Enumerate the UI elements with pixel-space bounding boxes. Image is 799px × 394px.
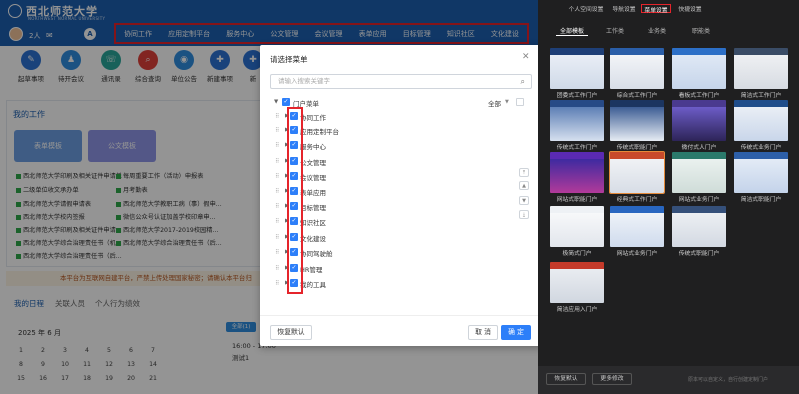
- template-thumb[interactable]: [550, 152, 604, 193]
- template-label: 微付式人门户: [681, 145, 717, 151]
- checkbox[interactable]: ✓: [282, 98, 290, 106]
- chevron-down-icon[interactable]: ▼: [274, 99, 278, 105]
- template-thumb[interactable]: [672, 152, 726, 193]
- template-label: 简洁式工作门户: [740, 93, 782, 99]
- template-thumb[interactable]: [610, 206, 664, 247]
- template-label: 经典式工作门户: [616, 197, 658, 203]
- template-thumb[interactable]: [550, 206, 604, 247]
- close-icon[interactable]: ✕: [522, 52, 530, 62]
- tab-menu-settings[interactable]: 菜单设置: [641, 4, 671, 14]
- tree-item-label: 服务中心: [300, 143, 326, 151]
- search-icon[interactable]: ⌕: [521, 75, 525, 88]
- tree-item-label: 会议管理: [300, 174, 326, 182]
- template-label: 简洁式职能门户: [740, 197, 782, 203]
- template-label: 网站式业务门户: [678, 197, 720, 203]
- tab-personal-space[interactable]: 个人空间设置: [568, 4, 604, 13]
- move-bottom-icon[interactable]: ⤓: [519, 210, 529, 219]
- drag-handle-icon[interactable]: ⠿: [275, 280, 280, 287]
- dialog-title: 请选择菜单: [270, 55, 308, 64]
- template-label: 传统式职能门户: [678, 251, 720, 257]
- drag-handle-icon[interactable]: ⠿: [275, 234, 280, 241]
- template-label: 网站式业务门户: [616, 251, 658, 257]
- tree-item-label: 文化建设: [300, 235, 326, 243]
- settings-footer: 恢复默认 更多修改 原本可以自定义，自行创建定制门户: [538, 366, 799, 394]
- subtab-work[interactable]: 工作类: [606, 26, 624, 35]
- panel-restore-button[interactable]: 恢复默认: [546, 373, 586, 385]
- template-thumb[interactable]: [672, 100, 726, 141]
- move-down-icon[interactable]: ▼: [519, 196, 529, 205]
- tree-item-label: 协同驾驶舱: [300, 250, 333, 258]
- tree-item-label: HR管理: [300, 266, 323, 274]
- drag-handle-icon[interactable]: ⠿: [275, 188, 280, 195]
- template-label: 传统式职能门户: [616, 145, 658, 151]
- tree-item-label: 目标管理: [300, 204, 326, 212]
- chevron-down-icon[interactable]: ▼: [505, 99, 509, 105]
- drag-handle-icon[interactable]: ⠿: [275, 113, 280, 120]
- drag-handle-icon[interactable]: ⠿: [275, 218, 280, 225]
- select-all-checkbox[interactable]: [516, 98, 524, 106]
- drag-handle-icon[interactable]: ⠿: [275, 127, 280, 134]
- template-thumb[interactable]: [734, 152, 788, 193]
- restore-default-button[interactable]: 恢复默认: [270, 325, 312, 340]
- tree-item-label: 应用定制平台: [300, 128, 339, 136]
- subtab-business[interactable]: 业务类: [648, 26, 666, 35]
- move-up-icon[interactable]: ▲: [519, 181, 529, 190]
- drag-handle-icon[interactable]: ⠿: [275, 203, 280, 210]
- template-thumb[interactable]: [550, 262, 604, 303]
- drag-handle-icon[interactable]: ⠿: [275, 249, 280, 256]
- template-thumb[interactable]: [610, 100, 664, 141]
- tree-item-label: 表单应用: [300, 189, 326, 197]
- template-label: 看板式工作门户: [678, 93, 720, 99]
- template-thumb[interactable]: [610, 48, 664, 89]
- panel-save-button[interactable]: 更多修改: [592, 373, 632, 385]
- filter-select[interactable]: 全部: [488, 98, 501, 108]
- tree-item-label: 知识社区: [300, 219, 326, 227]
- template-thumb[interactable]: [734, 100, 788, 141]
- move-top-icon[interactable]: ⤒: [519, 168, 529, 177]
- drag-handle-icon[interactable]: ⠿: [275, 142, 280, 149]
- subtab-all-templates[interactable]: 全部模板: [560, 26, 584, 35]
- footer-hint: 原本可以自定义，自行创建定制门户: [688, 377, 769, 383]
- drag-handle-icon[interactable]: ⠿: [275, 173, 280, 180]
- search-placeholder: 请输入搜索关键字: [278, 77, 330, 85]
- template-thumb[interactable]: [550, 100, 604, 141]
- tree-item-label: 我的工具: [300, 281, 326, 289]
- tab-nav-settings[interactable]: 导航设置: [609, 4, 639, 13]
- cancel-button[interactable]: 取 消: [468, 325, 498, 340]
- tree-item-label: 公文管理: [300, 159, 326, 167]
- checkbox-highlight-box: [287, 107, 303, 294]
- search-input[interactable]: 请输入搜索关键字 ⌕: [270, 74, 532, 89]
- template-label: 传统式业务门户: [740, 145, 782, 151]
- template-label: 综合式工作门户: [616, 93, 658, 99]
- template-thumb[interactable]: [550, 48, 604, 89]
- template-label: 简洁应用入门户: [556, 307, 598, 313]
- subtab-function[interactable]: 职能类: [692, 26, 710, 35]
- template-thumb[interactable]: [672, 206, 726, 247]
- drag-handle-icon[interactable]: ⠿: [275, 158, 280, 165]
- dialog-divider: [260, 315, 542, 316]
- drag-handle-icon[interactable]: ⠿: [275, 265, 280, 272]
- ok-button[interactable]: 确 定: [501, 325, 531, 340]
- settings-panel: 个人空间设置 导航设置 菜单设置 快捷设置 全部模板 工作类 业务类 职能类 团…: [538, 0, 799, 394]
- template-thumb[interactable]: [672, 48, 726, 89]
- tab-shortcut-settings[interactable]: 快捷设置: [675, 4, 705, 13]
- template-thumb[interactable]: [734, 48, 788, 89]
- tree-item-label: 协同工作: [300, 114, 326, 122]
- active-subtab-underline: [556, 35, 588, 36]
- template-thumb-selected[interactable]: [609, 151, 665, 194]
